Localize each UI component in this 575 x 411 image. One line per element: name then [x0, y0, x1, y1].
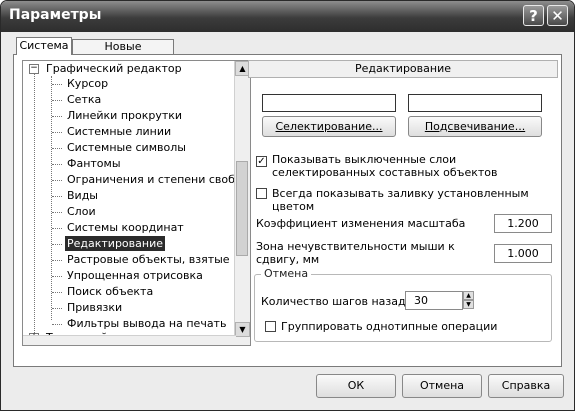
group-operations-checkbox[interactable]: [265, 321, 276, 332]
tree-line: [52, 212, 62, 213]
tree-item[interactable]: Сетка: [65, 92, 103, 107]
tree-item[interactable]: Фантомы: [65, 156, 123, 171]
tree-item[interactable]: Редактирование: [65, 236, 165, 251]
group-operations-label: Группировать однотипные операции: [281, 320, 498, 333]
title-bar: Параметры ? ✕: [1, 1, 574, 32]
tree-line: [52, 148, 62, 149]
tree-line: [52, 132, 62, 133]
tree-item[interactable]: Слои: [65, 204, 98, 219]
tree-item[interactable]: Растровые объекты, взятые в документ: [65, 252, 250, 267]
settings-tree[interactable]: − Графический редактор Курсор Сетка Линейк…: [22, 60, 251, 346]
tree-item[interactable]: Поиск объекта: [65, 284, 155, 299]
tree-line: [52, 260, 62, 261]
tree-line: [52, 276, 62, 277]
cancel-button[interactable]: Отмена: [402, 374, 482, 398]
tree-line: [52, 164, 62, 165]
undo-groupbox: Отмена Количество шагов назад 30 ▲ ▼ Гру…: [254, 267, 552, 342]
ok-button[interactable]: ОК: [316, 374, 396, 398]
show-disabled-layers-label: Показывать выключенные слои селектирован…: [272, 153, 498, 179]
tree-item[interactable]: Линейки прокрутки: [65, 108, 184, 123]
tree-item[interactable]: Привязки: [65, 300, 124, 315]
mouse-zone-label: Зона нечувствительности мыши к сдвигу, м…: [256, 240, 455, 266]
tree-line: [52, 196, 62, 197]
highlight-button-label: Подсвечивание...: [424, 120, 526, 133]
tree-line: [52, 84, 62, 85]
scale-coef-input[interactable]: 1.200: [494, 214, 552, 233]
always-fill-label: Всегда показывать заливку установленным …: [272, 187, 529, 213]
undo-legend: Отмена: [261, 267, 312, 280]
tree-line: [52, 180, 62, 181]
spin-down-icon[interactable]: ▼: [463, 300, 474, 309]
tab-panel-system: − Графический редактор Курсор Сетка Линейк…: [13, 54, 562, 367]
tree-root-graphic-editor[interactable]: Графический редактор: [46, 61, 182, 76]
scroll-thumb[interactable]: [236, 161, 248, 256]
tree-line: [52, 228, 62, 229]
highlight-button[interactable]: Подсвечивание...: [408, 116, 542, 137]
tree-line: [52, 100, 62, 101]
scale-coef-label: Коэффициент изменения масштаба: [256, 217, 466, 230]
tab-new-documents[interactable]: Новые документы: [72, 39, 174, 67]
show-disabled-layers-checkbox[interactable]: ✓: [256, 156, 267, 167]
spin-up-icon[interactable]: ▲: [463, 291, 474, 300]
help-button[interactable]: Справка: [488, 374, 564, 398]
tree-item[interactable]: Упрощенная отрисовка: [65, 268, 205, 283]
tree-line: [52, 324, 62, 325]
tree-item[interactable]: Системы координат: [65, 220, 186, 235]
tree-item[interactable]: Ограничения и степени свободы: [65, 172, 250, 187]
tree-item[interactable]: Курсор: [65, 76, 110, 91]
select-button-label: Селектирование...: [275, 120, 383, 133]
mouse-zone-input[interactable]: 1.000: [494, 244, 552, 263]
tree-line: [51, 76, 52, 320]
undo-steps-label: Количество шагов назад: [261, 295, 406, 308]
select-button[interactable]: Селектирование...: [262, 116, 396, 137]
editing-settings: Селектирование... Подсвечивание... ✓ Пок…: [248, 81, 558, 346]
collapse-icon[interactable]: −: [29, 64, 39, 74]
tree-item[interactable]: Фильтры вывода на печать: [65, 316, 228, 331]
selection-color-swatch: [262, 94, 396, 112]
tree-item[interactable]: Системные символы: [65, 140, 188, 155]
tree-line: [34, 69, 35, 339]
window-title: Параметры: [9, 7, 102, 23]
parameters-dialog: Параметры ? ✕ Система Новые документы − …: [0, 0, 575, 411]
section-header: Редактирование: [248, 60, 558, 78]
tree-line: [52, 292, 62, 293]
tab-system[interactable]: Система: [16, 37, 72, 55]
tree-item[interactable]: Системные линии: [65, 124, 173, 139]
undo-steps-input[interactable]: 30: [405, 291, 463, 310]
tree-horizontal-scrollbar[interactable]: [23, 335, 236, 345]
tree-line: [52, 308, 62, 309]
highlight-color-swatch: [408, 94, 542, 112]
help-icon[interactable]: ?: [523, 5, 544, 26]
tree-item[interactable]: Виды: [65, 188, 100, 203]
tree-line: [52, 116, 62, 117]
tree-line: [52, 244, 62, 245]
always-fill-checkbox[interactable]: [256, 188, 267, 199]
close-icon[interactable]: ✕: [547, 5, 568, 26]
